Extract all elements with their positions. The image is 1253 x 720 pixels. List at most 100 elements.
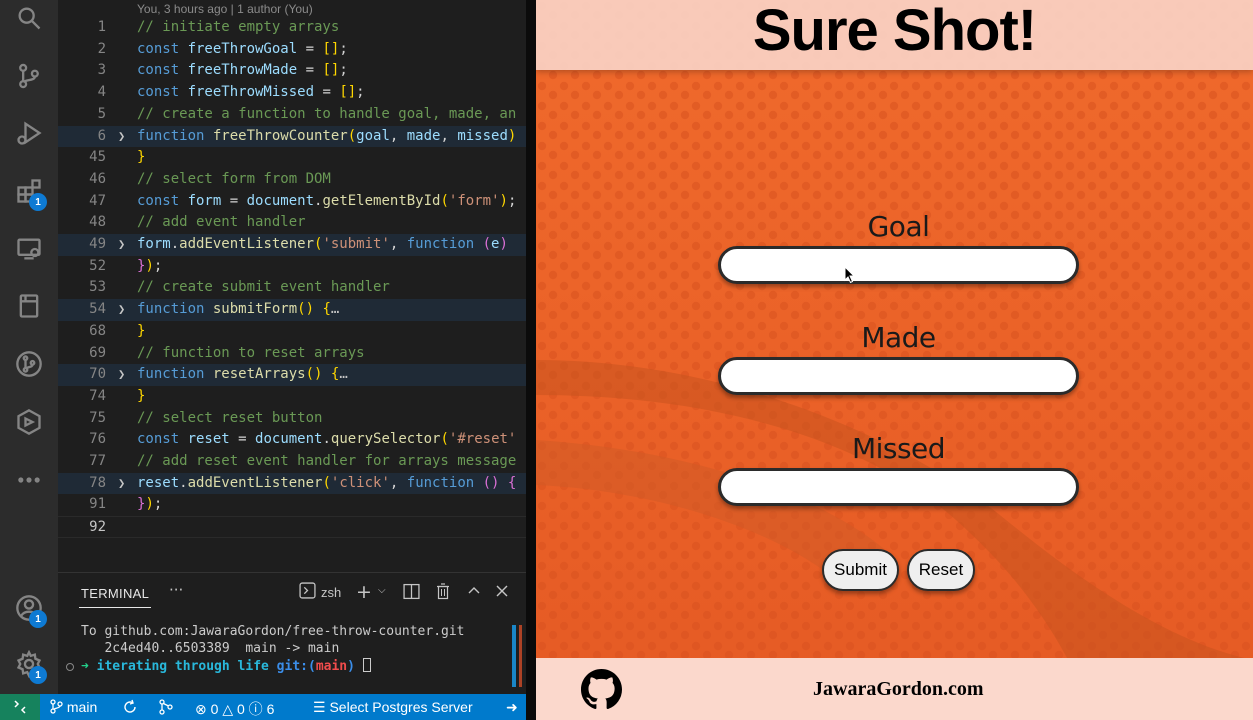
terminal-panel[interactable]: TERMINAL ··· zsh + ⌵ To github.com:Jawar… [58, 572, 526, 694]
code-line[interactable]: 48 // add event handler [58, 212, 526, 234]
git-graph-status-icon[interactable] [158, 699, 174, 718]
code-line[interactable]: 54 ❯ function submitForm() {… [58, 299, 526, 321]
prompt-git-branch: main [315, 659, 348, 674]
code-token: freeThrowMade [187, 62, 298, 79]
code-text: reset.addEventListener('click', function… [137, 473, 516, 495]
code-line[interactable]: 4 const freeThrowMissed = []; [58, 82, 526, 104]
code-line[interactable]: 47 const form = document.getElementById('… [58, 191, 526, 213]
more-icon[interactable] [13, 464, 45, 496]
git-branch-icon [50, 699, 63, 714]
code-line[interactable]: 75 // select reset button [58, 408, 526, 430]
line-number: 78 [89, 474, 106, 491]
terminal-shell-icon[interactable] [299, 582, 316, 603]
notebook-icon[interactable] [13, 290, 45, 322]
code-text: }); [137, 256, 162, 278]
sync-icon[interactable] [122, 699, 138, 718]
code-line[interactable]: 5 // create a function to handle goal, ma… [58, 104, 526, 126]
terminal-shell-label[interactable]: zsh [321, 585, 341, 600]
code-text: // initiate empty arrays [137, 17, 339, 39]
code-text: // select form from DOM [137, 169, 331, 191]
code-token: function [406, 474, 483, 491]
remote-explorer-icon[interactable] [13, 233, 45, 265]
code-token: function [137, 127, 213, 144]
code-line[interactable]: 53 // create submit event handler [58, 277, 526, 299]
terminal-prompt[interactable]: ➜ iterating through life git:(main) [81, 658, 371, 674]
source-control-icon[interactable] [13, 60, 45, 92]
code-line[interactable]: 70 ❯ function resetArrays() {… [58, 364, 526, 386]
code-token: '#reset' [448, 431, 517, 448]
maximize-panel-icon[interactable] [467, 584, 481, 602]
terminal-scrollbar[interactable] [512, 625, 516, 687]
footer-website-link[interactable]: JawaraGordon.com [813, 678, 984, 701]
prompt-git-label: git:( [276, 659, 316, 674]
fold-chevron-icon[interactable]: ❯ [118, 299, 125, 321]
code-token: submitForm [212, 301, 298, 318]
run-debug-icon[interactable] [13, 117, 45, 149]
split-terminal-icon[interactable] [403, 583, 420, 604]
problems-item[interactable]: ⊗ 0 △ 0 ⓘ 6 [195, 699, 274, 719]
overflow-status-item[interactable]: ➜ [506, 699, 518, 716]
made-input[interactable] [718, 357, 1079, 395]
code-line[interactable]: 92 [58, 516, 526, 538]
fold-chevron-icon[interactable]: ❯ [118, 364, 125, 386]
panel-more-button[interactable]: ··· [169, 581, 183, 599]
accounts-icon[interactable]: 1 [13, 592, 47, 628]
info-icon: ⓘ [248, 701, 263, 717]
cube-icon[interactable] [13, 406, 45, 438]
line-number: 69 [89, 344, 106, 361]
code-line[interactable]: 52}); [58, 256, 526, 278]
tab-terminal[interactable]: TERMINAL [81, 586, 149, 601]
fold-chevron-icon[interactable]: ❯ [118, 126, 125, 148]
code-line[interactable]: 49 ❯ form.addEventListener ('submit', funct… [58, 234, 526, 256]
chevron-down-icon[interactable]: ⌵ [378, 585, 386, 596]
code-token: [] [322, 40, 340, 57]
code-line[interactable]: 6 ❯ function freeThrowCounter(goal, made, … [58, 125, 526, 148]
goal-input[interactable] [718, 246, 1079, 284]
code-line[interactable]: 76 const reset = document.querySelector('… [58, 429, 526, 451]
error-count: 0 [210, 701, 219, 717]
remote-indicator-icon[interactable] [0, 694, 40, 720]
code-line[interactable]: 68} [58, 321, 526, 343]
code-token: ) [145, 496, 154, 513]
code-token: … [330, 301, 340, 318]
code-line[interactable]: 91}); [58, 494, 526, 516]
postgres-server-item[interactable]: ☰ Select Postgres Server [313, 699, 473, 716]
extensions-icon[interactable]: 1 [13, 175, 47, 211]
code-token: addEventListener [187, 474, 323, 491]
code-text: const form = document.getElementById('fo… [137, 191, 516, 213]
code-text: } [137, 321, 145, 343]
fold-chevron-icon[interactable]: ❯ [118, 234, 125, 256]
code-token: ( [440, 431, 449, 448]
submit-button[interactable]: Submit [822, 549, 899, 591]
database-icon: ☰ [313, 699, 326, 715]
code-line[interactable]: 46 // select form from DOM [58, 169, 526, 191]
github-icon[interactable] [581, 669, 622, 710]
settings-gear-icon[interactable]: 1 [13, 648, 47, 684]
code-editor[interactable]: You, 3 hours ago | 1 author (You) 1 // in… [58, 0, 526, 572]
search-icon[interactable] [13, 2, 45, 34]
code-line[interactable]: 69 // function to reset arrays [58, 343, 526, 365]
trash-icon[interactable] [435, 583, 451, 604]
line-number: 91 [89, 496, 106, 513]
missed-input[interactable] [718, 468, 1079, 506]
fold-chevron-icon[interactable]: ❯ [118, 473, 125, 495]
code-line[interactable]: 74} [58, 386, 526, 408]
prompt-arrow: ➜ [81, 659, 89, 674]
reset-button[interactable]: Reset [907, 549, 975, 591]
code-line[interactable]: 45} [58, 147, 526, 169]
code-token: // create a function to handle goal, mad… [137, 105, 517, 122]
line-number: 76 [89, 431, 106, 448]
code-line[interactable]: 78 ❯ reset.addEventListener('click', funct… [58, 472, 526, 495]
code-line[interactable]: 3 const freeThrowMade = []; [58, 60, 526, 82]
code-text: function submitForm() {… [137, 299, 339, 321]
git-branch-item[interactable]: main [50, 699, 97, 715]
git-graph-icon[interactable] [13, 348, 45, 380]
new-terminal-plus-icon[interactable]: + [356, 581, 372, 603]
code-line[interactable]: 2 const freeThrowGoal = []; [58, 39, 526, 61]
goal-label: Goal [867, 210, 930, 243]
prompt-status-dot [66, 663, 74, 671]
close-panel-icon[interactable] [495, 584, 509, 602]
line-number: 47 [89, 192, 106, 209]
code-line[interactable]: 1 // initiate empty arrays [58, 17, 526, 39]
code-line[interactable]: 77 // add reset event handler for arrays … [58, 451, 526, 473]
